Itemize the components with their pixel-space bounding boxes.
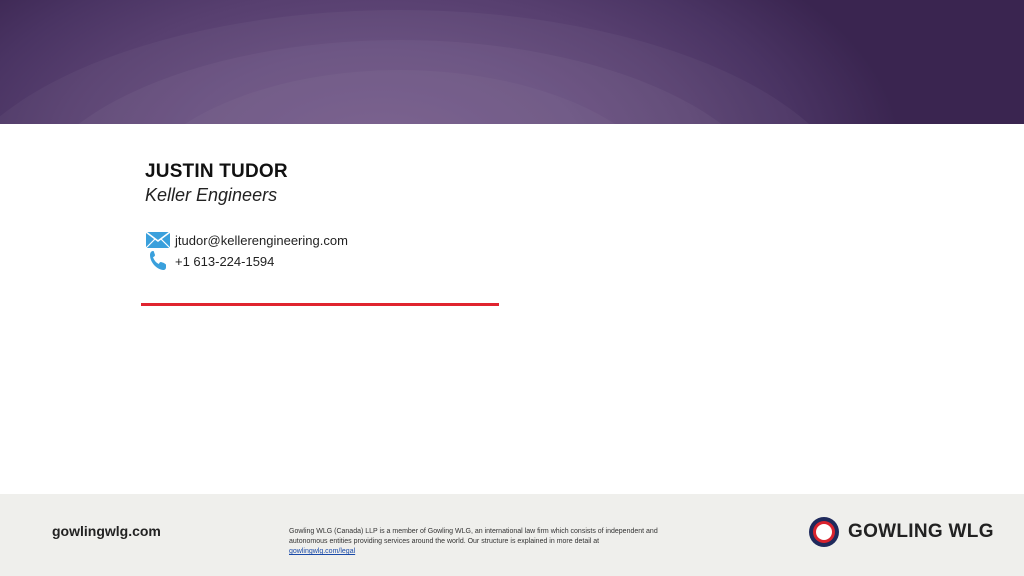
email-address[interactable]: jtudor@kellerengineering.com: [175, 233, 348, 248]
footer: gowlingwlg.com Gowling WLG (Canada) LLP …: [0, 494, 1024, 576]
envelope-icon: [144, 229, 172, 251]
footer-website-link[interactable]: gowlingwlg.com: [52, 523, 161, 539]
gowling-logo: GOWLING WLG: [808, 516, 994, 548]
phone-icon: [144, 250, 172, 272]
gowling-logo-mark-icon: [809, 517, 839, 547]
footer-legal-text: Gowling WLG (Canada) LLP is a member of …: [289, 527, 689, 557]
logo-wordmark: GOWLING WLG: [848, 521, 994, 542]
legal-disclaimer: Gowling WLG (Canada) LLP is a member of …: [289, 528, 658, 545]
accent-divider: [141, 303, 499, 306]
legal-link[interactable]: gowlingwlg.com/legal: [289, 548, 355, 555]
phone-number[interactable]: +1 613-224-1594: [175, 254, 274, 269]
header-banner: [0, 0, 1024, 124]
phone-row[interactable]: +1 613-224-1594: [144, 250, 274, 272]
contact-name: JUSTIN TUDOR: [145, 161, 288, 182]
email-row[interactable]: jtudor@kellerengineering.com: [144, 229, 348, 251]
contact-company: Keller Engineers: [145, 185, 278, 205]
